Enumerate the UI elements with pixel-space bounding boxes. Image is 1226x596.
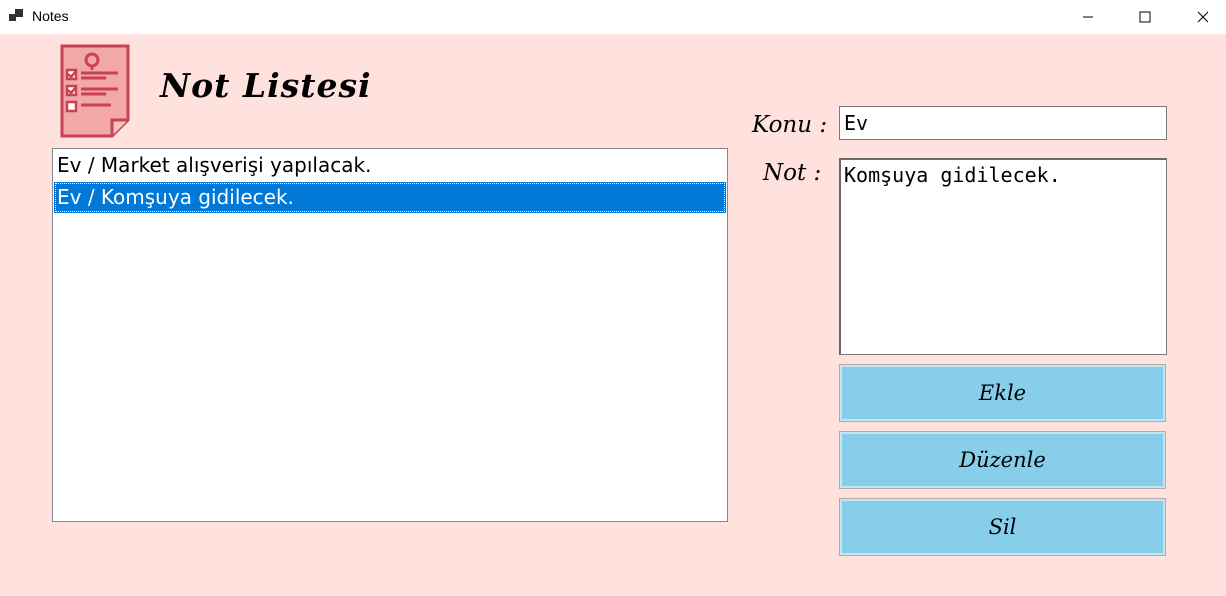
notes-listbox[interactable]: Ev / Market alışverişi yapılacak. Ev / K…: [52, 148, 728, 522]
app-window-icon: [9, 9, 23, 21]
maximize-icon: [1139, 11, 1151, 23]
close-button[interactable]: [1180, 0, 1226, 34]
close-icon: [1197, 11, 1209, 23]
page-title: Not Listesi: [160, 66, 372, 105]
konu-input[interactable]: [839, 106, 1167, 140]
delete-button[interactable]: Sil: [839, 498, 1166, 556]
konu-label: Konu :: [752, 112, 828, 138]
window-title: Notes: [32, 8, 69, 24]
list-item[interactable]: Ev / Market alışverişi yapılacak.: [54, 150, 726, 181]
edit-button[interactable]: Düzenle: [839, 431, 1166, 489]
not-textarea[interactable]: Komşuya gidilecek.: [839, 158, 1167, 355]
title-bar: Notes: [0, 0, 1226, 34]
list-item-selected[interactable]: Ev / Komşuya gidilecek.: [54, 182, 726, 213]
maximize-button[interactable]: [1122, 0, 1168, 34]
checklist-document-icon: [60, 44, 130, 138]
not-label: Not :: [763, 160, 822, 186]
minimize-icon: [1083, 16, 1093, 18]
add-button[interactable]: Ekle: [839, 364, 1166, 422]
minimize-button[interactable]: [1065, 0, 1111, 34]
